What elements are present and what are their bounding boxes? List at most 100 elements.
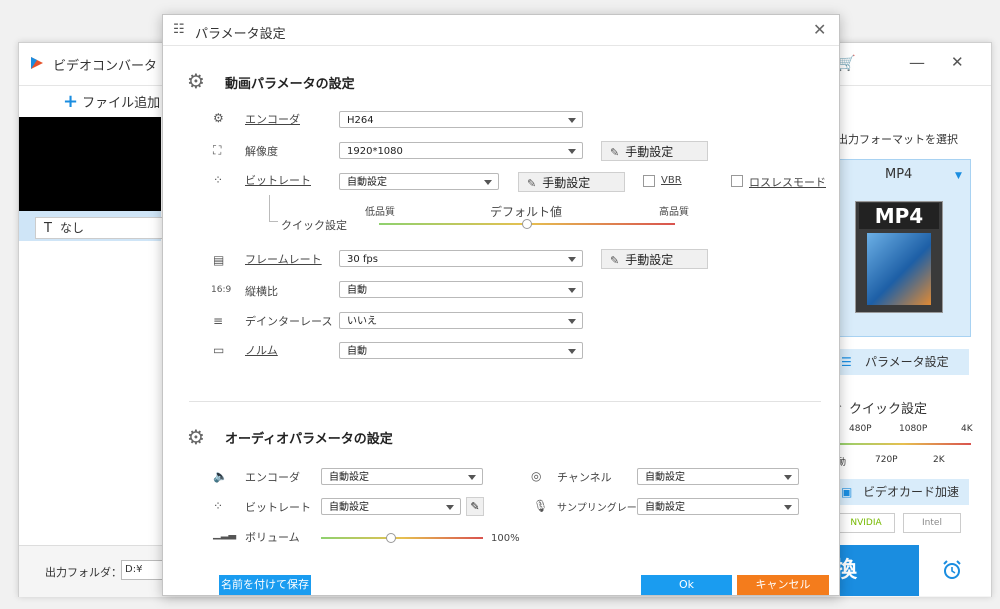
deinterlace-value: いいえ (347, 316, 377, 327)
gpu-acceleration-button[interactable]: ビデオカード加速 (837, 479, 969, 505)
pencil-icon: ✎ (470, 500, 480, 513)
intel-badge: Intel (903, 513, 961, 533)
framerate-icon: ▤ (213, 253, 225, 267)
video-encoder-select[interactable]: H264 (339, 111, 583, 128)
settings-sliders-icon: ☷ (173, 22, 185, 37)
lossless-checkbox[interactable] (731, 175, 743, 187)
volume-slider-knob[interactable] (385, 533, 396, 543)
parameter-settings-label: パラメータ設定 (865, 355, 949, 369)
aspect-ratio-icon: 16:9 (211, 285, 232, 295)
plus-icon: + (63, 91, 79, 112)
output-folder-input[interactable]: D:¥ (121, 560, 168, 580)
aspect-label: 縦横比 (245, 285, 278, 298)
chevron-down-icon (568, 288, 576, 293)
chevron-down-icon (568, 257, 576, 262)
quick-tick-top-1: 1080P (899, 424, 928, 434)
quality-low-label: 低品質 (365, 207, 395, 218)
channel-select[interactable]: 自動設定 (637, 468, 799, 485)
monitor-icon: ▭ (213, 343, 225, 357)
norm-label: ノルム (245, 344, 278, 357)
save-as-button[interactable]: 名前を付けて保存 (219, 575, 311, 595)
format-thumbnail-image (867, 233, 931, 305)
resolution-value: 1920*1080 (347, 146, 403, 157)
close-app-icon[interactable]: ✕ (951, 53, 964, 71)
resolution-manual-button[interactable]: ✎ 手動設定 (601, 141, 708, 161)
aspect-select[interactable]: 自動 (339, 281, 583, 298)
video-preview (19, 117, 161, 211)
audio-bitrate-edit-button[interactable]: ✎ (466, 497, 484, 516)
volume-value: 100% (491, 533, 520, 544)
parameter-settings-button[interactable]: パラメータ設定 (837, 349, 969, 375)
chevron-down-icon (484, 180, 492, 185)
microphone-icon: 🎙 (533, 499, 549, 513)
quick-setting-label: クイック設定 (281, 219, 347, 232)
quick-setting-slider[interactable] (835, 443, 971, 445)
sampling-rate-value: 自動設定 (645, 502, 685, 513)
vbr-checkbox[interactable] (643, 175, 655, 187)
minimize-icon[interactable]: — (909, 53, 925, 72)
video-bitrate-select[interactable]: 自動設定 (339, 173, 499, 190)
quality-high-label: 高品質 (659, 207, 689, 218)
format-select-label: 出力フォーマットを選択 (837, 133, 958, 146)
section-divider (189, 401, 821, 402)
video-bitrate-value: 自動設定 (347, 177, 387, 188)
tree-connector (269, 195, 278, 222)
speaker-icon: 🔈 (213, 469, 228, 483)
audio-bitrate-select[interactable]: 自動設定 (321, 498, 461, 515)
audio-bitrate-label: ビットレート (245, 501, 311, 514)
subtitle-select[interactable]: T なし (35, 217, 163, 239)
resolution-label: 解像度 (245, 145, 278, 158)
audio-gear-icon: ⚙ (187, 425, 205, 449)
sampling-rate-select[interactable]: 自動設定 (637, 498, 799, 515)
nvidia-badge: NVIDIA (837, 513, 895, 533)
framerate-select[interactable]: 30 fps (339, 250, 583, 267)
volume-slider[interactable] (321, 537, 483, 539)
video-bitrate-label: ビットレート (245, 174, 311, 187)
chevron-down-icon (568, 319, 576, 324)
channel-value: 自動設定 (645, 472, 685, 483)
volume-bars-icon: ▁▂▃ (213, 529, 237, 540)
chevron-down-icon (784, 505, 792, 510)
gpu-acceleration-label: ビデオカード加速 (863, 485, 960, 499)
channel-icon: ◎ (531, 469, 542, 483)
norm-select[interactable]: 自動 (339, 342, 583, 359)
add-file-button[interactable]: + ファイル追加 (63, 91, 160, 112)
pencil-icon: ✎ (610, 254, 620, 267)
audio-encoder-select[interactable]: 自動設定 (321, 468, 483, 485)
sampling-rate-label: サンプリングレート (557, 503, 647, 514)
bitrate-manual-button[interactable]: ✎ 手動設定 (518, 172, 625, 192)
vbr-label: VBR (661, 175, 682, 186)
format-thumbnail-title: MP4 (859, 203, 939, 229)
audio-encoder-label: エンコーダ (245, 471, 300, 484)
pencil-icon: ✎ (527, 177, 537, 190)
manual-button-label: 手動設定 (542, 176, 591, 190)
audio-bitrate-icon: ⁘ (213, 499, 224, 513)
framerate-value: 30 fps (347, 254, 378, 265)
video-section-title: 動画パラメータの設定 (225, 77, 355, 92)
resolution-select[interactable]: 1920*1080 (339, 142, 583, 159)
audio-bitrate-value: 自動設定 (329, 502, 369, 513)
quality-slider-knob[interactable] (522, 219, 532, 229)
chevron-down-icon (784, 475, 792, 480)
chevron-down-icon (568, 149, 576, 154)
sliders-icon: ☰ (841, 355, 852, 369)
resolution-icon: ⛶ (213, 143, 222, 157)
framerate-label: フレームレート (245, 253, 322, 266)
format-dropdown-icon[interactable]: ▼ (955, 171, 962, 181)
dialog-title: パラメータ設定 (195, 27, 286, 42)
ok-button[interactable]: Ok (641, 575, 732, 595)
deinterlace-select[interactable]: いいえ (339, 312, 583, 329)
framerate-manual-button[interactable]: ✎ 手動設定 (601, 249, 708, 269)
subtitle-value: なし (59, 221, 84, 235)
video-encoder-value: H264 (347, 115, 374, 126)
audio-encoder-value: 自動設定 (329, 472, 369, 483)
deinterlace-label: デインターレース (245, 315, 333, 328)
parameter-dialog: ☷ パラメータ設定 ✕ ⚙ 動画パラメータの設定 ⚙ エンコーダ H264 ⛶ … (162, 14, 840, 596)
volume-label: ボリューム (245, 531, 300, 544)
cancel-button[interactable]: キャンセル (737, 575, 829, 595)
quality-default-label: デフォルト値 (490, 205, 563, 219)
alarm-button[interactable] (919, 545, 991, 596)
lossless-label: ロスレスモード (749, 176, 826, 189)
audio-section-title: オーディオパラメータの設定 (225, 432, 393, 447)
dialog-close-icon[interactable]: ✕ (813, 20, 826, 39)
